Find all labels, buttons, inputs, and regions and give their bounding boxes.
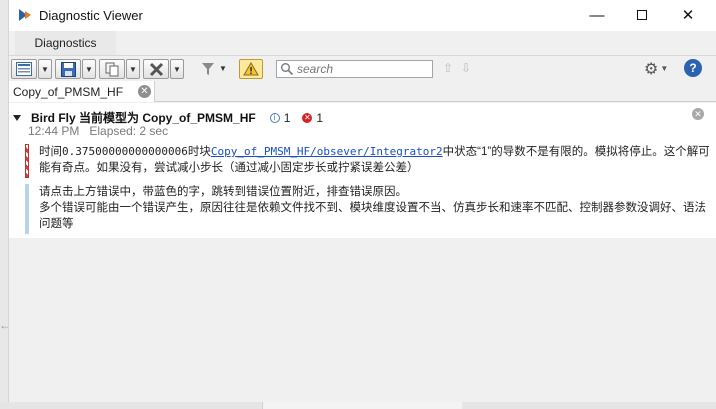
info-icon: i [269,112,280,123]
diagnostic-report: Bird Fly 当前模型为 Copy_of_PMSM_HF i 1 ✕ 1 ✕… [9,103,716,238]
toolbar: ▼ ▼ ▼ ▼ ▼ search ⇧ ⇩ ⚙ ▼ ? [9,55,716,81]
error-icon: ✕ [302,112,313,123]
block-path-link[interactable]: Copy_of_PMSM_HF/obsever/Integrator2 [211,145,443,158]
simulink-app-icon [19,9,31,21]
help-icon: ? [689,61,697,75]
chevron-down-icon: ▼ [129,64,137,74]
copy-icon [105,62,118,76]
background-window-bottom [0,402,716,409]
dismiss-report-icon[interactable]: ✕ [692,108,704,120]
warning-icon [243,62,259,76]
close-window-button[interactable]: ✕ [665,0,711,30]
chevron-down-icon: ▼ [173,64,181,74]
info-count: 1 [283,110,291,125]
diagnostics-pane: Bird Fly 当前模型为 Copy_of_PMSM_HF i 1 ✕ 1 ✕… [9,103,716,402]
tab-label: Copy_of_PMSM_HF [13,84,124,99]
error-message: 时间0.37500000000000006时块Copy_of_PMSM_HF/o… [25,144,710,178]
search-input[interactable] [297,62,427,76]
report-view-dropdown[interactable]: ▼ [38,59,52,79]
list-view-icon [16,62,32,76]
info-line-1: 请点击上方错误中，带蓝色的字，跳转到错误位置附近，排查错误原因。 [39,186,407,198]
diagnostic-viewer-window: Diagnostic Viewer — ✕ Diagnostics ▼ ▼ ▼ … [8,0,716,402]
save-dropdown[interactable]: ▼ [82,59,96,79]
report-timestamp: 12:44 PM Elapsed: 2 sec [28,124,168,138]
settings-button[interactable]: ⚙ ▼ [644,59,668,79]
filter-dropdown-icon[interactable]: ▼ [219,64,227,73]
error-stripe [25,144,29,178]
chevron-down-icon: ▼ [660,64,669,73]
report-time: 12:44 PM [28,124,80,138]
save-icon [60,61,76,77]
chevron-down-icon: ▼ [41,64,49,74]
info-message: 请点击上方错误中，带蓝色的字，跳转到错误位置附近，排查错误原因。 多个错误可能由… [25,184,710,234]
gear-icon: ⚙ [644,61,659,78]
maximize-icon [637,10,647,20]
error-count: 1 [316,110,324,125]
error-time-value: 0.37500000000000006 [62,145,188,158]
error-block-word: 时块 [187,146,211,158]
close-tab-icon[interactable]: ✕ [138,85,151,98]
collapse-icon[interactable] [13,114,21,121]
close-icon: ✕ [681,7,695,24]
search-box[interactable] [276,60,433,78]
report-view-button[interactable] [11,59,37,79]
help-button[interactable]: ? [684,59,702,77]
info-line-2: 多个错误可能由一个错误产生，原因往往是依赖文件找不到、模块维度设置不当、仿真步长… [39,202,706,230]
chevron-down-icon: ▼ [85,64,93,74]
document-tab-bar: Copy_of_PMSM_HF ✕ [9,81,716,102]
error-prefix: 时间 [39,146,62,158]
previous-match-icon[interactable]: ⇧ [443,61,453,75]
copy-button[interactable] [99,59,125,79]
minimize-icon: — [589,6,605,24]
ribbon: Diagnostics [9,31,716,55]
clear-button[interactable] [143,59,169,79]
delete-x-icon [149,62,163,76]
warnings-toggle-button[interactable] [239,59,263,79]
copy-dropdown[interactable]: ▼ [126,59,140,79]
search-icon [281,63,294,76]
window-title: Diagnostic Viewer [39,8,143,23]
info-stripe [25,184,29,234]
elapsed-time: Elapsed: 2 sec [89,124,169,138]
minimize-button[interactable]: — [574,0,620,30]
next-match-icon[interactable]: ⇩ [461,61,471,75]
filter-icon [202,63,214,75]
title-bar[interactable]: Diagnostic Viewer — ✕ [9,0,716,31]
tab-diagnostics[interactable]: Diagnostics [15,31,116,55]
tab-copy-of-pmsm-hf[interactable]: Copy_of_PMSM_HF ✕ [9,81,155,102]
save-button[interactable] [55,59,81,79]
clear-dropdown[interactable]: ▼ [170,59,184,79]
maximize-button[interactable] [619,0,665,30]
background-segment [262,402,462,409]
filter-button[interactable] [199,59,217,79]
background-window-edge [0,0,8,409]
